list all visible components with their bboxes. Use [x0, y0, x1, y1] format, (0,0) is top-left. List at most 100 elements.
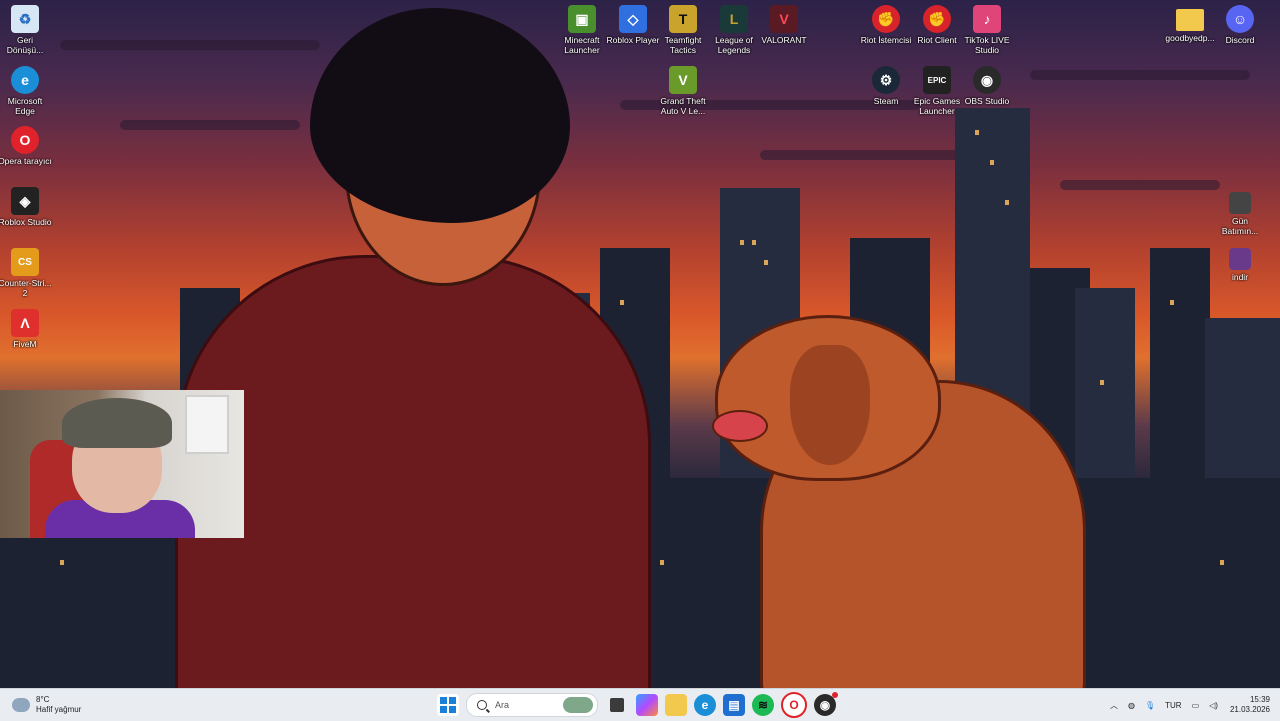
taskbar-store-button[interactable]: ▤: [723, 694, 745, 716]
desktop-icon-label: Microsoft Edge: [7, 96, 43, 116]
weather-widget[interactable]: 8°C Hafif yağmur: [12, 693, 81, 717]
language-indicator[interactable]: TUR: [1165, 701, 1181, 710]
microphone-icon[interactable]: 🎙︎: [1145, 701, 1155, 710]
image-file-icon: [1229, 192, 1251, 214]
desktop-icon-folder[interactable]: goodbyedp...: [1163, 5, 1217, 43]
desktop-icon-gun-batimin[interactable]: Gün Batımın...: [1213, 192, 1267, 236]
desktop-icon-league-of-legends[interactable]: L League of Legends: [707, 5, 761, 55]
chevron-up-icon[interactable]: ︿: [1110, 700, 1118, 711]
desktop-icon-epic-games[interactable]: EPIC Epic Games Launcher: [910, 66, 964, 116]
spotify-icon: ≋: [757, 698, 769, 712]
opera-icon: O: [789, 698, 799, 712]
desktop-icon-label: FiveM: [13, 339, 37, 349]
desktop-icon-minecraft-launcher[interactable]: ▣ Minecraft Launcher: [555, 5, 609, 55]
league-of-legends-icon: L: [720, 5, 748, 33]
search-box[interactable]: Ara: [466, 693, 598, 717]
tiktok-live-studio-icon: ♪: [973, 5, 1001, 33]
cloud: [60, 40, 320, 50]
taskbar-edge-button[interactable]: e: [694, 694, 716, 716]
taskbar: 8°C Hafif yağmur Ara e ▤ ≋ O ◉ ︿ ◍ 🎙︎ TU…: [0, 688, 1280, 721]
desktop-icon-label: League of Legends: [715, 35, 753, 55]
edge-icon: e: [11, 66, 39, 94]
search-icon: [477, 700, 487, 710]
riot-client-icon: ✊: [923, 5, 951, 33]
desktop-icon-label: Roblox Studio: [0, 217, 52, 227]
volume-icon[interactable]: ◁): [1209, 701, 1218, 710]
taskbar-obs-button[interactable]: ◉: [814, 692, 838, 716]
desktop-icon-label: Riot Client: [917, 35, 957, 45]
gta-v-icon: V: [669, 66, 697, 94]
weather-description: Hafif yağmur: [36, 705, 82, 714]
teamfight-tactics-icon: T: [669, 5, 697, 33]
desktop-icon-valorant[interactable]: V VALORANT: [757, 5, 811, 45]
desktop-icon-teamfight-tactics[interactable]: T Teamfight Tactics: [656, 5, 710, 55]
taskbar-spotify-button[interactable]: ≋: [752, 694, 774, 716]
dog-tongue: [712, 410, 768, 442]
person-hair: [310, 8, 570, 223]
cloud: [120, 120, 300, 130]
person-illustration: [175, 255, 651, 688]
edge-icon: e: [701, 698, 709, 712]
desktop-icon-opera[interactable]: O Opera tarayıcı: [0, 126, 52, 166]
store-icon: ▤: [728, 698, 740, 712]
window-light: [752, 240, 756, 245]
network-icon[interactable]: ◍: [1128, 701, 1135, 710]
obs-icon: ◉: [819, 698, 831, 712]
desktop-wallpaper: ♻ Geri Dönüşü... e Microsoft Edge O Oper…: [0, 0, 1280, 688]
counter-strike-icon: CS: [11, 248, 39, 276]
window-light: [990, 160, 994, 165]
desktop-icon-recycle-bin[interactable]: ♻ Geri Dönüşü...: [0, 5, 52, 55]
window-light: [660, 560, 664, 565]
desktop-icon-label: Riot İstemcisi: [860, 35, 912, 45]
window-light: [1100, 380, 1104, 385]
desktop-icon-label: OBS Studio: [964, 96, 1010, 106]
dog-ear: [790, 345, 870, 465]
clock[interactable]: 15:39 21.03.2026: [1230, 695, 1270, 715]
desktop-icon-fivem[interactable]: Λ FiveM: [0, 309, 52, 349]
opera-icon: O: [11, 126, 39, 154]
desktop-icon-label: Grand Theft Auto V Le...: [660, 96, 706, 116]
taskbar-file-explorer-button[interactable]: [665, 694, 687, 716]
desktop-icon-roblox-player[interactable]: ◇ Roblox Player: [606, 5, 660, 45]
desktop-icon-roblox-studio[interactable]: ◈ Roblox Studio: [0, 187, 52, 227]
desktop-icon-steam[interactable]: ⚙ Steam: [859, 66, 913, 106]
system-tray: ︿ ◍ 🎙︎ TUR ▭ ◁) 15:39 21.03.2026: [1100, 693, 1270, 717]
desktop-icon-label: Epic Games Launcher: [913, 96, 961, 116]
desktop-icon-label: Roblox Player: [606, 35, 660, 45]
cloud: [1060, 180, 1220, 190]
desktop-icon-label: Discord: [1225, 35, 1255, 45]
desktop-icon-tiktok-live-studio[interactable]: ♪ TikTok LIVE Studio: [960, 5, 1014, 55]
desktop-icon-label: TikTok LIVE Studio: [964, 35, 1010, 55]
desktop-icon-label: VALORANT: [761, 35, 807, 45]
desktop-icon-label: Minecraft Launcher: [564, 35, 600, 55]
webcam-background-door: [185, 395, 229, 454]
desktop-icon-indir[interactable]: indir: [1213, 248, 1267, 282]
windows-icon: [440, 697, 456, 713]
desktop-icon-discord[interactable]: ☺ Discord: [1213, 5, 1267, 45]
window-light: [1220, 560, 1224, 565]
taskbar-copilot-button[interactable]: [636, 694, 658, 716]
desktop-icon-riot-istemcisi[interactable]: ✊ Riot İstemcisi: [859, 5, 913, 45]
display-icon[interactable]: ▭: [1192, 701, 1200, 710]
cloud: [760, 150, 960, 160]
webcam-overlay: [0, 390, 244, 538]
desktop-icon-label: indir: [1231, 272, 1249, 282]
desktop-icon-obs-studio[interactable]: ◉ OBS Studio: [960, 66, 1014, 106]
desktop-icon-counter-strike[interactable]: CS Counter-Stri... 2: [0, 248, 52, 298]
desktop-icon-edge[interactable]: e Microsoft Edge: [0, 66, 52, 116]
desktop-icon-label: Steam: [873, 96, 899, 106]
recycle-bin-icon: ♻: [11, 5, 39, 33]
desktop-icon-label: Teamfight Tactics: [664, 35, 702, 55]
window-light: [1005, 200, 1009, 205]
search-placeholder: Ara: [495, 700, 510, 710]
epic-games-icon: EPIC: [923, 66, 951, 94]
desktop-icon-label: goodbyedp...: [1165, 33, 1215, 43]
obs-studio-icon: ◉: [973, 66, 1001, 94]
desktop-icon-label: Gün Batımın...: [1221, 216, 1259, 236]
desktop-icon-label: Geri Dönüşü...: [6, 35, 44, 55]
start-button[interactable]: [437, 694, 459, 716]
taskbar-opera-button[interactable]: O: [781, 692, 807, 718]
task-view-button[interactable]: [610, 698, 624, 712]
desktop-icon-riot-client[interactable]: ✊ Riot Client: [910, 5, 964, 45]
desktop-icon-gta-v[interactable]: V Grand Theft Auto V Le...: [656, 66, 710, 116]
